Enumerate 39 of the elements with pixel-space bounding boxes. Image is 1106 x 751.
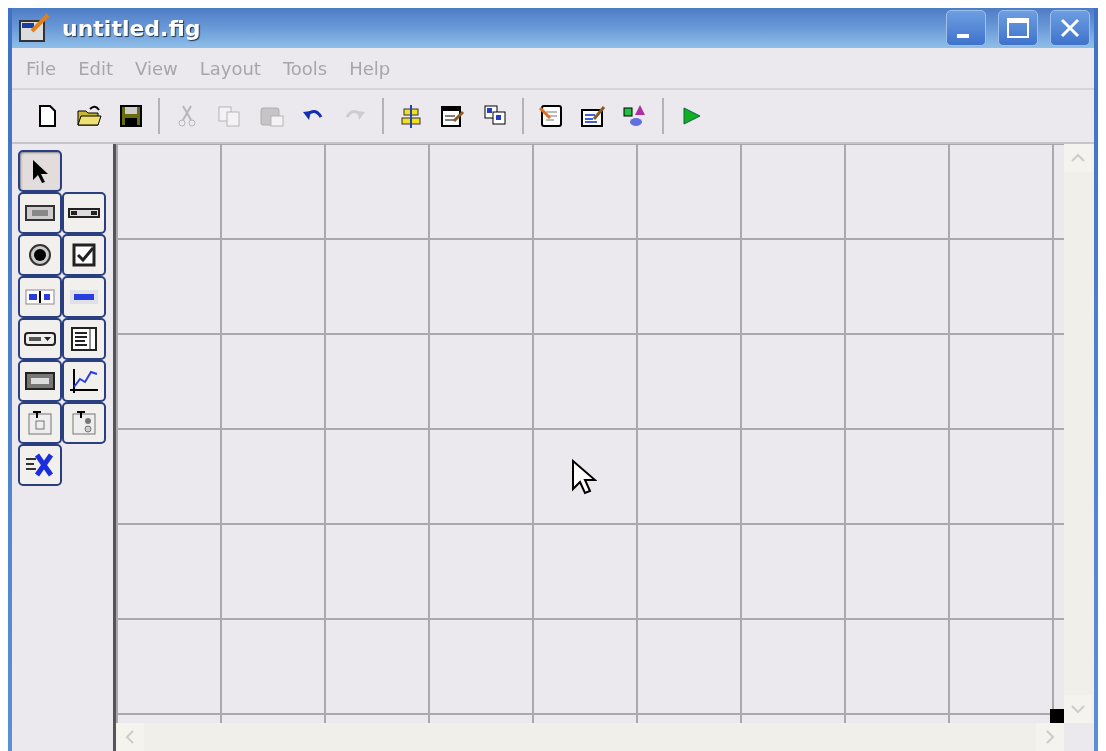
chevron-right-icon (1045, 729, 1055, 745)
static-text-tool[interactable] (62, 276, 106, 318)
button-group-tool[interactable] (62, 402, 106, 444)
figure-editor-icon (18, 13, 52, 43)
edit-text-tool[interactable] (18, 276, 62, 318)
radio-button-tool[interactable] (18, 234, 62, 276)
activex-control-tool[interactable] (18, 444, 62, 486)
checkbox-tool[interactable] (62, 234, 106, 276)
pointer-icon (31, 158, 49, 184)
minimize-icon (957, 34, 969, 38)
chevron-left-icon (125, 729, 135, 745)
chevron-up-icon (1070, 153, 1086, 163)
close-icon (1059, 17, 1081, 39)
resize-handle[interactable] (1050, 709, 1064, 723)
listbox-tool[interactable] (62, 318, 106, 360)
popup-menu-tool[interactable] (18, 318, 62, 360)
property-inspector-icon (580, 103, 606, 129)
push-button-tool[interactable] (18, 192, 62, 234)
window-title: untitled.fig (62, 15, 202, 41)
axes-icon (67, 366, 101, 396)
close-button[interactable] (1050, 10, 1090, 46)
folder-icon (76, 103, 102, 129)
maximize-icon (1006, 17, 1030, 39)
axes-tool[interactable] (62, 360, 106, 402)
minimize-button[interactable] (946, 10, 986, 46)
panel-tool[interactable] (18, 402, 62, 444)
toggle-button-tool[interactable] (18, 360, 62, 402)
chevron-down-icon (1070, 704, 1086, 714)
vertical-scrollbar[interactable] (1064, 144, 1094, 723)
menu-editor-icon (440, 103, 466, 129)
copy-icon (216, 103, 242, 129)
slider-tool[interactable] (62, 192, 106, 234)
maximize-button[interactable] (998, 10, 1038, 46)
mouse-pointer-icon (571, 459, 597, 495)
pointer-tool[interactable] (18, 150, 62, 192)
horizontal-scrollbar[interactable] (116, 723, 1064, 751)
align-objects-icon (398, 103, 424, 129)
editor-icon (538, 103, 564, 129)
shapes-icon (622, 103, 648, 129)
